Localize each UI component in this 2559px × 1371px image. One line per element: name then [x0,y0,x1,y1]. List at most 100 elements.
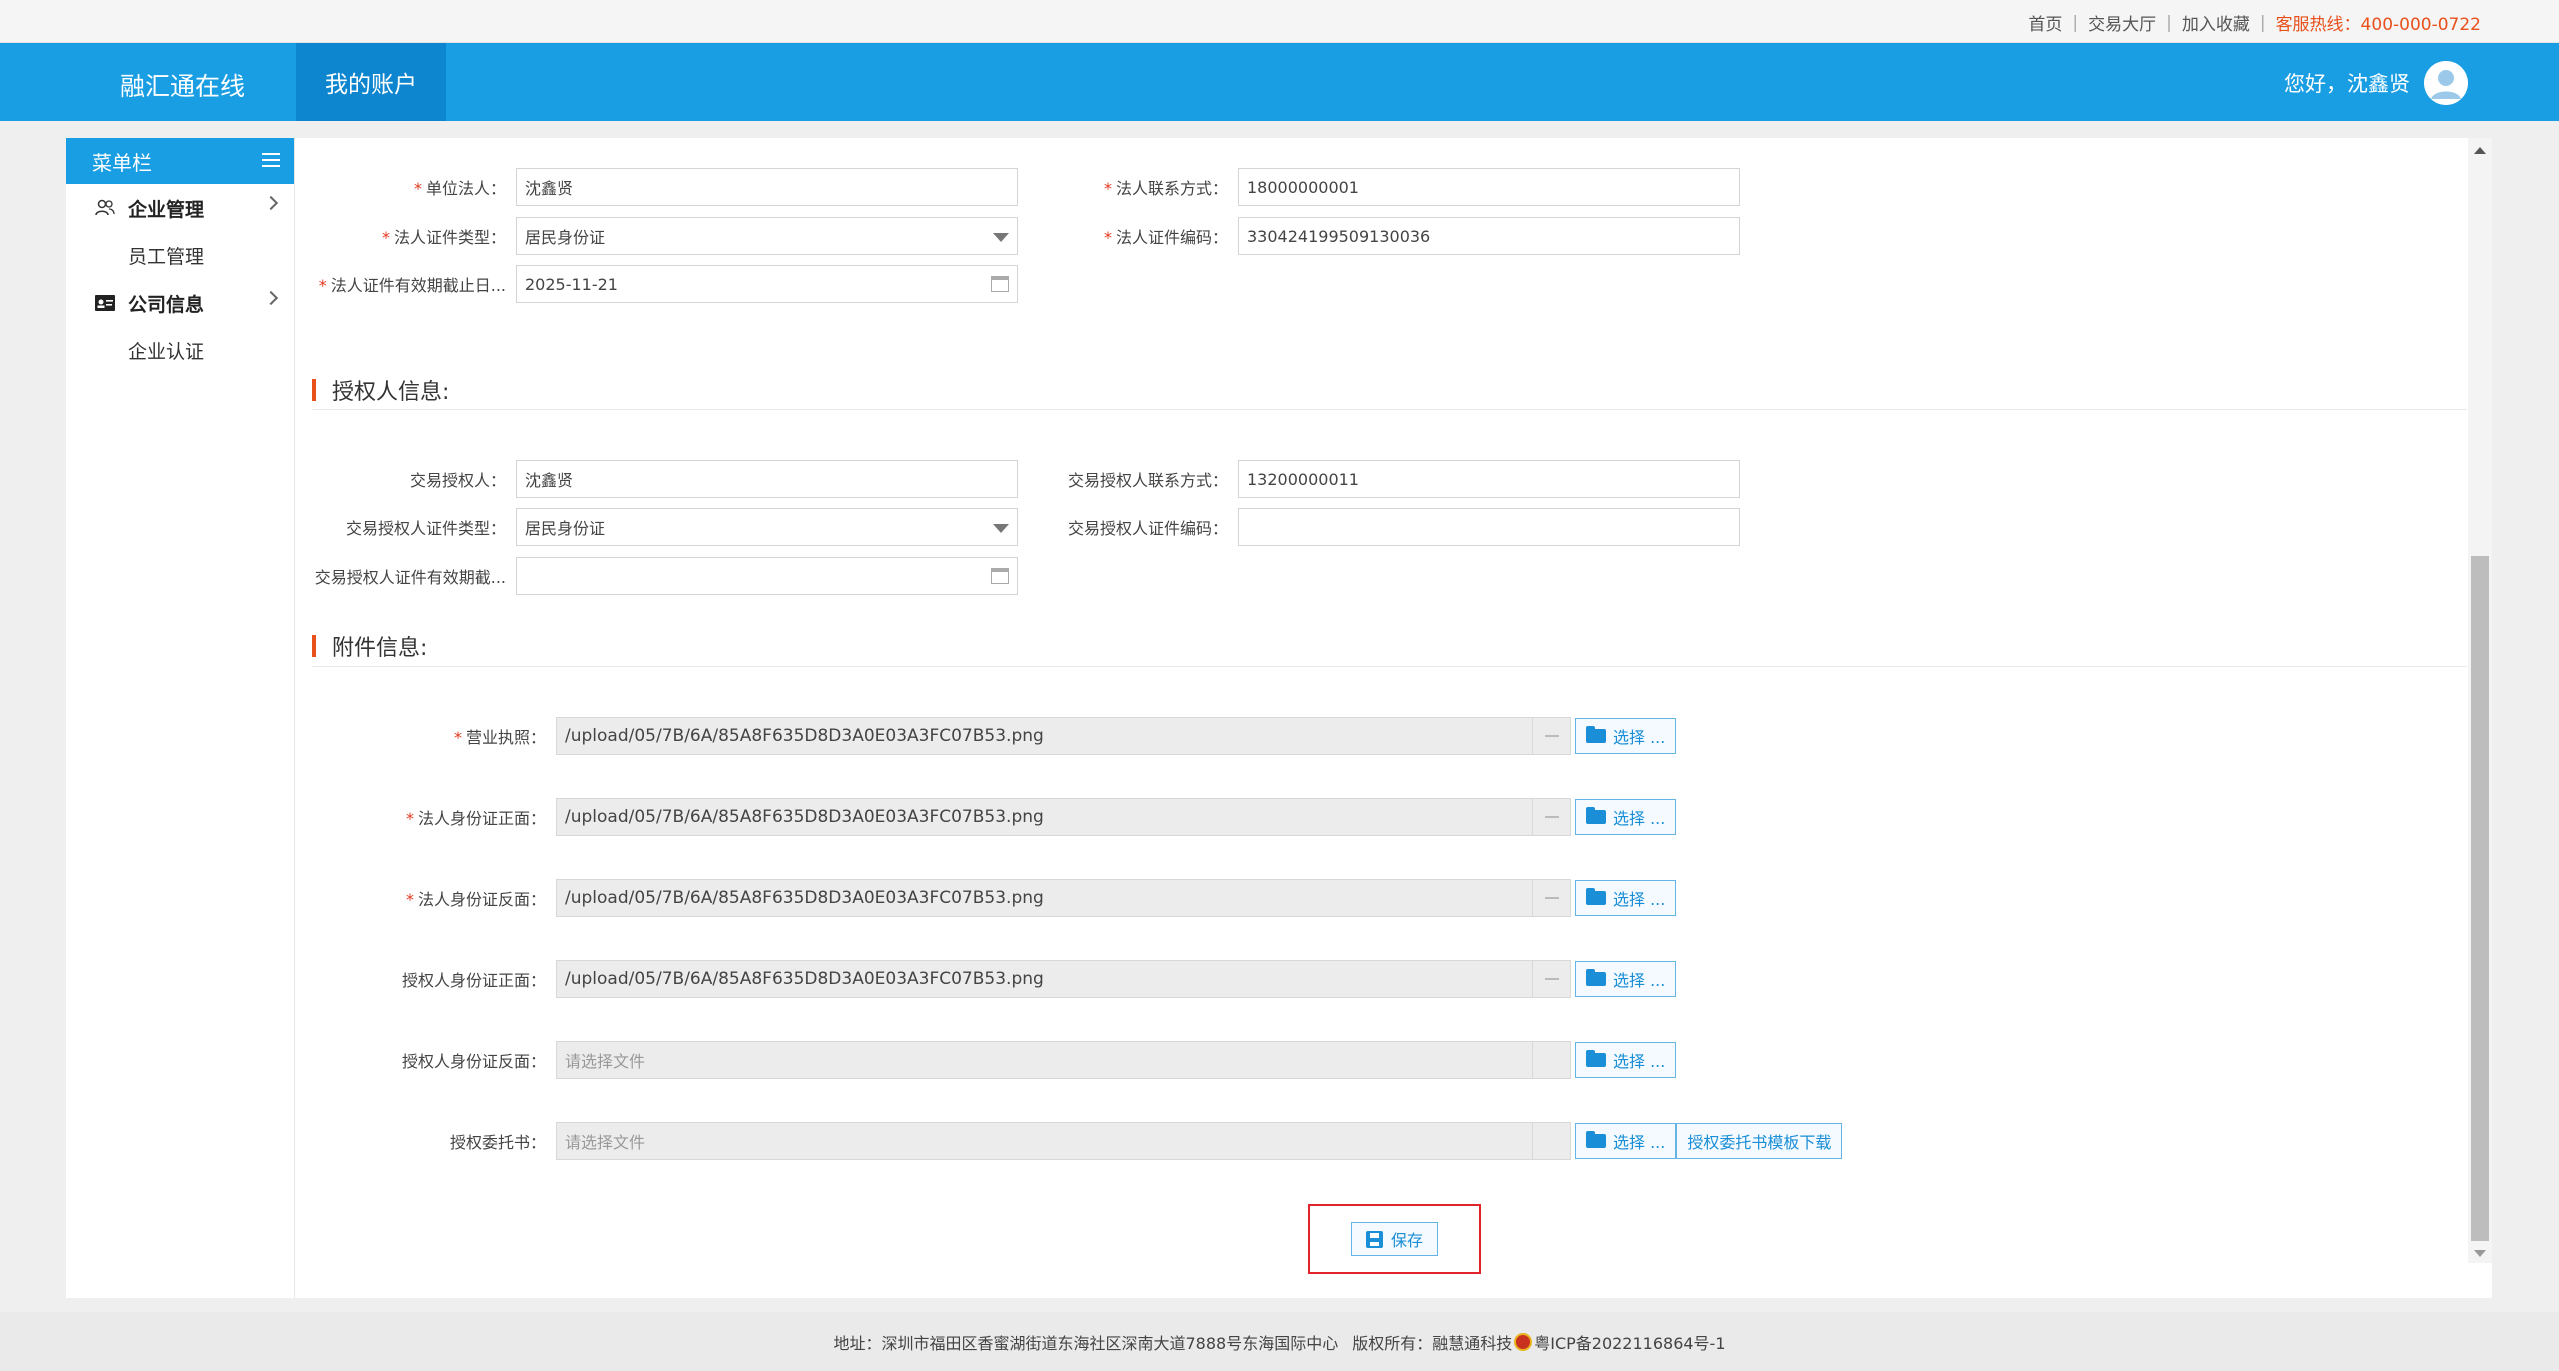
form-row-auth-phone: 交易授权人联系方式： 13200000011 [1018,460,1740,498]
form-row-auth-id-no: 交易授权人证件编码： [1018,508,1740,546]
legal-phone-input[interactable]: 18000000001 [1238,168,1740,206]
scroll-down-arrow-icon[interactable] [2474,1250,2486,1257]
file-path-field[interactable]: /upload/05/7B/6A/85A8F635D8D3A0E03A3FC07… [556,717,1571,755]
separator: | [2259,12,2266,33]
legal-rep-input[interactable]: 沈鑫贤 [516,168,1018,206]
brand-logo-text[interactable]: 融汇通在线 [120,67,245,103]
home-link[interactable]: 首页 [2028,10,2062,35]
file-path-field[interactable]: /upload/05/7B/6A/85A8F635D8D3A0E03A3FC07… [556,879,1571,917]
avatar[interactable] [2424,61,2468,105]
users-icon [94,197,116,219]
nav-tab-my-account[interactable]: 我的账户 [296,43,446,121]
footer-icp[interactable]: 粤ICP备2022116864号-1 [1534,1330,1725,1354]
menu-toggle-icon[interactable] [262,153,280,167]
separator: | [2072,12,2079,33]
field-label: 授权人身份证反面： [401,1052,546,1071]
calendar-icon [991,276,1009,292]
legal-id-no-input[interactable]: 330424199509130036 [1238,217,1740,255]
section-accent-bar [312,635,316,657]
separator: | [2166,12,2172,33]
save-highlight-box: 保存 [1308,1204,1481,1274]
file-path-field[interactable]: 请选择文件 [556,1041,1571,1079]
divider [312,409,2467,410]
add-favorite-link[interactable]: 加入收藏 [2182,10,2250,35]
select-value: 居民身份证 [525,228,606,247]
clear-slot [1532,1042,1570,1078]
form-row-legal-id-type: * 法人证件类型： 居民身份证 [296,217,1018,255]
auth-id-no-input[interactable] [1238,508,1740,546]
id-card-icon [94,292,116,314]
section-authorized: 授权人信息: [312,374,449,406]
field-label: * 法人证件类型： [381,228,506,247]
choose-file-button[interactable]: 选择 ... [1575,1123,1677,1159]
form-row-auth-name: 交易授权人： 沈鑫贤 [296,460,1018,498]
choose-file-button[interactable]: 选择 ... [1575,880,1677,916]
section-title: 附件信息: [332,636,428,661]
field-label: * 法人证件编码： [1103,228,1228,247]
date-value: 2025-11-21 [525,274,618,294]
folder-open-icon [1586,1050,1606,1067]
scroll-thumb[interactable] [2471,556,2489,1241]
auth-name-input[interactable]: 沈鑫贤 [516,460,1018,498]
form-row-legal-id-no: * 法人证件编码： 330424199509130036 [1018,217,1740,255]
clear-icon[interactable] [1532,799,1570,835]
legal-id-type-select[interactable]: 居民身份证 [516,217,1018,255]
chevron-right-icon [263,195,279,211]
upload-row-legal-id-back: * 法人身份证反面： /upload/05/7B/6A/85A8F635D8D3A… [296,879,1677,917]
auth-phone-input[interactable]: 13200000011 [1238,460,1740,498]
template-download-button[interactable]: 授权委托书模板下载 [1676,1123,1843,1159]
field-label: * 法人证件有效期截止日... [318,276,506,295]
hotline-text: 客服热线：400-000-0722 [2275,15,2481,35]
sidebar-title: 菜单栏 [92,150,152,175]
dropdown-caret-icon [993,524,1009,533]
form-row-legal-phone: * 法人联系方式： 18000000001 [1018,168,1740,206]
sidebar-group-enterprise[interactable]: 企业管理 [66,184,294,232]
file-path-field[interactable]: /upload/05/7B/6A/85A8F635D8D3A0E03A3FC07… [556,960,1571,998]
sidebar-item-certification[interactable]: 企业认证 [66,327,294,374]
choose-file-button[interactable]: 选择 ... [1575,1042,1677,1078]
file-path-field[interactable]: /upload/05/7B/6A/85A8F635D8D3A0E03A3FC07… [556,798,1571,836]
trade-hall-link[interactable]: 交易大厅 [2088,10,2156,35]
clear-icon[interactable] [1532,880,1570,916]
police-badge-icon [1514,1332,1533,1351]
footer: 地址：深圳市福田区香蜜湖街道东海社区深南大道7888号东海国际中心 版权所有：融… [0,1312,2559,1371]
vertical-scrollbar[interactable] [2468,138,2492,1263]
dropdown-caret-icon [993,233,1009,242]
folder-open-icon [1586,807,1606,824]
section-attachments: 附件信息: [312,630,427,662]
folder-open-icon [1586,969,1606,986]
sidebar-group-company[interactable]: 公司信息 [66,279,294,327]
upload-row-auth-id-front: 授权人身份证正面： /upload/05/7B/6A/85A8F635D8D3A… [296,960,1677,998]
field-label: * 法人联系方式： [1103,179,1228,198]
scroll-up-arrow-icon[interactable] [2474,147,2486,154]
folder-open-icon [1586,726,1606,743]
chevron-right-icon [263,290,279,306]
field-label: * 法人身份证正面： [405,809,546,828]
legal-expiry-date-input[interactable]: 2025-11-21 [516,265,1018,303]
folder-open-icon [1586,888,1606,905]
sidebar-header: 菜单栏 [66,138,294,184]
save-button[interactable]: 保存 [1350,1222,1438,1256]
form-row-auth-expiry: 交易授权人证件有效期截... [296,557,1018,595]
upload-row-business-license: * 营业执照： /upload/05/7B/6A/85A8F635D8D3A0E0… [296,717,1677,755]
footer-copyright: 版权所有：融慧通科技 [1352,1333,1513,1353]
choose-file-button[interactable]: 选择 ... [1575,961,1677,997]
avatar-icon [2424,61,2468,105]
auth-id-type-select[interactable]: 居民身份证 [516,508,1018,546]
clear-icon[interactable] [1532,961,1570,997]
clear-icon[interactable] [1532,718,1570,754]
field-label: 授权委托书： [449,1133,546,1152]
auth-expiry-date-input[interactable] [516,557,1018,595]
upload-row-auth-id-back: 授权人身份证反面： 请选择文件 选择 ... [296,1041,1677,1079]
user-greeting: 您好，沈鑫贤 [2284,72,2410,96]
field-label: 交易授权人证件编码： [1067,519,1228,538]
choose-file-button[interactable]: 选择 ... [1575,799,1677,835]
top-links: 首页 | 交易大厅 | 加入收藏 | 客服热线：400-000-0722 [2028,10,2481,36]
content-area: * 单位法人： 沈鑫贤 * 法人联系方式： 18000000001 * 法人证件类型：… [296,138,2468,1298]
upload-row-authorization-letter: 授权委托书： 请选择文件 选择 ... 授权委托书模板下载 [296,1122,1843,1160]
file-path-field[interactable]: 请选择文件 [556,1122,1571,1160]
sidebar-group-label: 企业管理 [128,198,205,221]
choose-file-button[interactable]: 选择 ... [1575,718,1677,754]
sidebar-item-staff[interactable]: 员工管理 [66,232,294,279]
clear-slot [1532,1123,1570,1159]
